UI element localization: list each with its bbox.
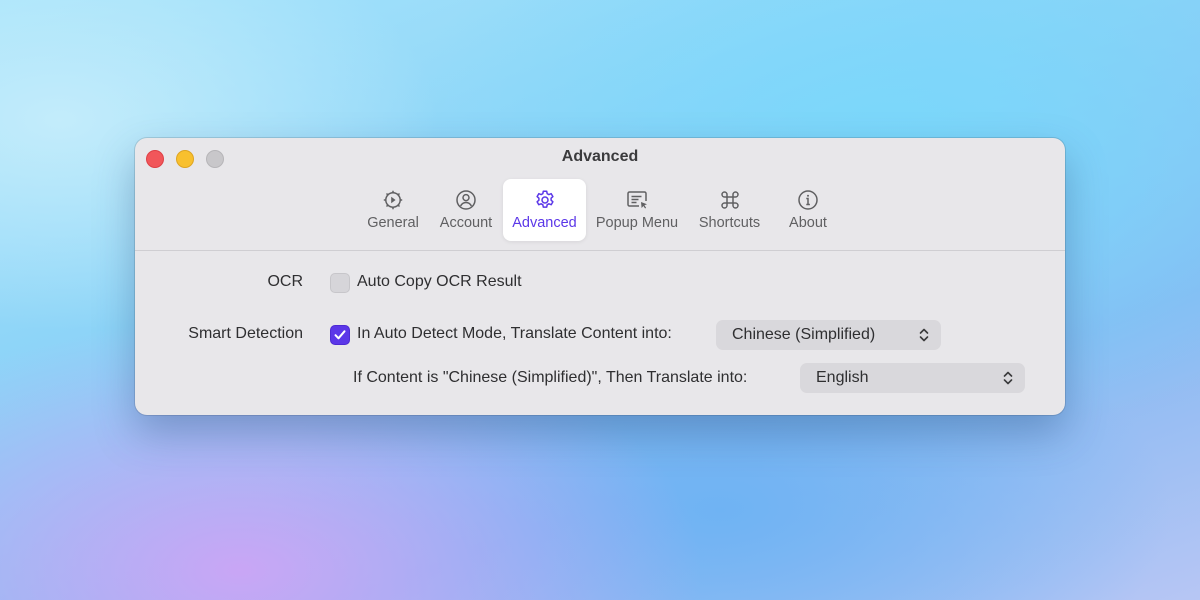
window-title: Advanced — [561, 148, 639, 165]
auto-copy-ocr-checkbox[interactable] — [330, 273, 350, 293]
command-icon — [720, 191, 739, 209]
text-cursor-window-icon — [627, 191, 647, 209]
tab-general-label: General — [367, 215, 419, 231]
tab-advanced[interactable]: Advanced — [503, 179, 586, 241]
auto-detect-translate-checkbox[interactable] — [330, 325, 350, 345]
person-circle-icon — [456, 190, 476, 210]
info-circle-icon — [798, 190, 818, 210]
auto-detect-translate-label[interactable]: In Auto Detect Mode, Translate Content i… — [357, 325, 672, 343]
tab-about[interactable]: About — [779, 179, 837, 241]
tab-popup-menu[interactable]: Popup Menu — [591, 179, 683, 241]
preferences-window: Advanced General Account Advanced Popup … — [135, 138, 1065, 415]
tab-account-label: Account — [439, 215, 493, 231]
gear-play-icon — [383, 190, 403, 210]
ocr-label: OCR — [267, 273, 303, 290]
tab-about-label: About — [789, 215, 827, 231]
tab-account[interactable]: Account — [433, 179, 499, 241]
chevron-up-down-icon — [1003, 371, 1013, 385]
preferences-toolbar: General Account Advanced Popup Menu Shor… — [135, 178, 1065, 250]
title-bar: Advanced — [135, 138, 1065, 178]
fallback-language-value: English — [816, 369, 869, 386]
tab-shortcuts-label: Shortcuts — [698, 215, 761, 231]
chevron-up-down-icon — [919, 328, 929, 342]
fallback-language-select[interactable]: English — [800, 363, 1025, 393]
auto-copy-ocr-label[interactable]: Auto Copy OCR Result — [357, 273, 522, 291]
tab-general[interactable]: General — [361, 179, 425, 241]
tab-advanced-label: Advanced — [512, 215, 577, 231]
tab-shortcuts[interactable]: Shortcuts — [692, 179, 767, 241]
target-language-select[interactable]: Chinese (Simplified) — [716, 320, 941, 350]
smart-detection-label: Smart Detection — [188, 325, 303, 342]
checkmark-icon — [334, 330, 346, 340]
gear-icon — [535, 190, 554, 208]
tab-popup-menu-label: Popup Menu — [595, 215, 679, 231]
fallback-translate-label: If Content is "Chinese (Simplified)", Th… — [353, 369, 748, 386]
target-language-value: Chinese (Simplified) — [732, 326, 876, 343]
advanced-settings-pane: OCR Auto Copy OCR Result Smart Detection… — [135, 251, 1065, 415]
